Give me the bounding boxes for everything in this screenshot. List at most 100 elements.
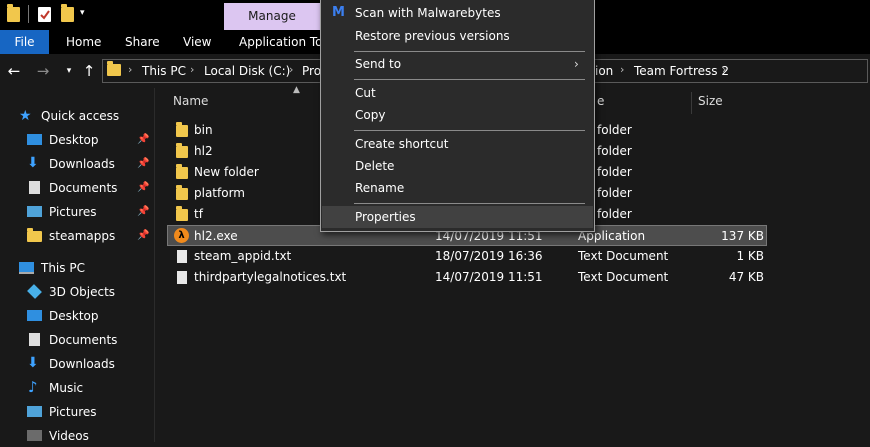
nav-label: steamapps	[49, 229, 116, 243]
file-size: 47 KB	[728, 270, 764, 284]
text-document-icon	[177, 250, 187, 263]
folder-icon	[176, 206, 188, 221]
pin-icon[interactable]: 📌	[137, 177, 149, 199]
nav-label: Downloads	[49, 357, 115, 371]
menu-item-rename[interactable]: Rename	[322, 177, 593, 199]
file-type: folder	[597, 165, 632, 179]
tab-application-tools[interactable]: Application Too	[239, 30, 330, 54]
breadcrumb-local-disk[interactable]: Local Disk (C:)	[204, 64, 290, 78]
breadcrumb-steam-partial[interactable]: ion	[595, 64, 613, 78]
nav-label: Videos	[49, 429, 89, 443]
toolbar-divider	[28, 5, 29, 23]
menu-label: Delete	[355, 159, 395, 173]
column-divider[interactable]	[691, 92, 692, 114]
menu-item-delete[interactable]: Delete	[322, 155, 593, 177]
menu-separator	[354, 203, 585, 204]
file-date: 18/07/2019 16:36	[435, 249, 543, 263]
menu-item-properties[interactable]: Properties	[322, 206, 593, 228]
folder-icon	[27, 228, 42, 242]
desktop-icon	[27, 134, 42, 145]
nav-quick-pictures[interactable]: Pictures 📌	[27, 201, 152, 223]
menu-separator	[354, 51, 585, 52]
folder-icon	[176, 122, 188, 137]
music-note-icon: ♪	[28, 378, 38, 396]
new-folder-icon[interactable]	[61, 4, 74, 22]
half-life-lambda-icon: λ	[174, 228, 189, 243]
pin-icon[interactable]: 📌	[137, 201, 149, 223]
file-size: 1 KB	[736, 249, 764, 263]
column-header-name[interactable]: Name	[173, 94, 208, 108]
tab-file[interactable]: File	[0, 30, 49, 54]
pictures-icon	[27, 406, 42, 417]
document-icon	[29, 333, 40, 346]
text-document-icon	[177, 271, 187, 284]
video-icon	[27, 430, 42, 441]
folder-icon[interactable]	[7, 4, 20, 22]
file-row[interactable]: thirdpartylegalnotices.txt 14/07/2019 11…	[167, 267, 767, 288]
breadcrumb-separator[interactable]: ›	[722, 63, 726, 76]
menu-item-send-to[interactable]: Send to ›	[322, 53, 593, 75]
file-type: folder	[597, 186, 632, 200]
file-name: hl2	[194, 144, 213, 158]
nav-label: Pictures	[49, 205, 97, 219]
breadcrumb-separator[interactable]: ›	[190, 63, 194, 76]
customize-toolbar-chevron-icon[interactable]: ▾	[80, 8, 85, 18]
file-date: 14/07/2019 11:51	[435, 270, 543, 284]
file-type: folder	[597, 123, 632, 137]
file-type: folder	[597, 144, 632, 158]
breadcrumb-this-pc[interactable]: This PC	[142, 64, 186, 78]
folder-icon	[176, 185, 188, 200]
nav-label: Music	[49, 381, 84, 395]
breadcrumb-separator[interactable]: ›	[289, 63, 293, 76]
up-arrow-icon[interactable]: ↑	[80, 62, 98, 80]
file-type: Text Document	[578, 249, 669, 263]
sort-chevron-icon[interactable]: ▲	[293, 85, 300, 95]
tab-view[interactable]: View	[183, 30, 211, 54]
download-arrow-icon: ⬇	[27, 155, 39, 171]
menu-label: Restore previous versions	[355, 29, 510, 43]
context-menu: M Scan with Malwarebytes Restore previou…	[320, 0, 595, 232]
manage-tab[interactable]: Manage	[224, 3, 320, 30]
tab-share[interactable]: Share	[125, 30, 160, 54]
menu-label: Copy	[355, 108, 386, 122]
column-header-type[interactable]: e	[597, 94, 604, 108]
nav-quick-steamapps[interactable]: steamapps 📌	[27, 225, 152, 247]
forward-arrow-icon[interactable]: →	[34, 62, 52, 80]
file-type: Text Document	[578, 270, 669, 284]
nav-label: Quick access	[41, 109, 120, 123]
tab-home[interactable]: Home	[66, 30, 101, 54]
computer-icon	[19, 262, 34, 274]
nav-label: 3D Objects	[49, 285, 116, 299]
nav-quick-downloads[interactable]: ⬇ Downloads 📌	[27, 153, 152, 175]
document-icon	[29, 181, 40, 194]
file-size: 137 KB	[721, 229, 764, 243]
file-name: tf	[194, 207, 203, 221]
menu-label: Properties	[355, 210, 416, 224]
pin-icon[interactable]: 📌	[137, 153, 149, 175]
pin-icon[interactable]: 📌	[137, 225, 149, 247]
breadcrumb-separator[interactable]: ›	[128, 63, 132, 76]
menu-label: Send to	[355, 57, 402, 71]
menu-item-restore-previous-versions[interactable]: Restore previous versions	[322, 25, 593, 47]
menu-item-cut[interactable]: Cut	[322, 82, 593, 104]
breadcrumb-team-fortress-2[interactable]: Team Fortress 2	[634, 64, 729, 78]
desktop-icon	[27, 310, 42, 321]
breadcrumb-separator[interactable]: ›	[620, 63, 624, 76]
file-name: steam_appid.txt	[194, 249, 292, 263]
menu-item-copy[interactable]: Copy	[322, 104, 593, 126]
file-name: bin	[194, 123, 213, 137]
recent-locations-chevron-icon[interactable]: ▾	[60, 62, 78, 80]
nav-quick-desktop[interactable]: Desktop 📌	[27, 129, 152, 151]
file-row[interactable]: steam_appid.txt 18/07/2019 16:36 Text Do…	[167, 246, 767, 267]
nav-label: Desktop	[49, 309, 99, 323]
nav-quick-documents[interactable]: Documents 📌	[27, 177, 152, 199]
pin-icon[interactable]: 📌	[137, 129, 149, 151]
download-arrow-icon: ⬇	[27, 355, 39, 371]
properties-check-icon[interactable]	[38, 7, 51, 22]
menu-item-scan-malwarebytes[interactable]: M Scan with Malwarebytes	[322, 2, 593, 24]
column-header-size[interactable]: Size	[698, 94, 723, 108]
back-arrow-icon[interactable]: ←	[5, 62, 23, 80]
menu-item-create-shortcut[interactable]: Create shortcut	[322, 133, 593, 155]
file-type: folder	[597, 207, 632, 221]
breadcrumb-program-files[interactable]: Pro	[302, 64, 321, 78]
